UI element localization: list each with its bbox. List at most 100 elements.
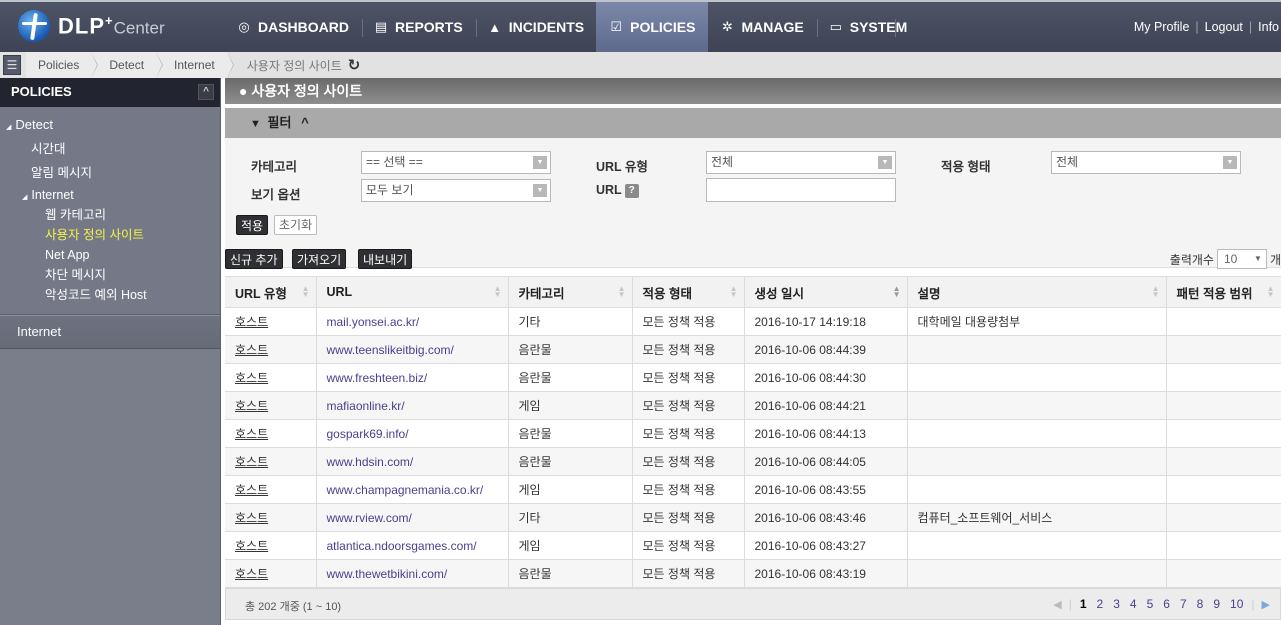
url-cell: mail.yonsei.ac.kr/ xyxy=(316,307,509,336)
sidebar-collapse-button[interactable]: ^ xyxy=(198,84,214,100)
table-row[interactable]: 호스트 mafiaonline.kr/게임 모든 정책 적용 2016-10-06 0… xyxy=(225,391,1281,420)
apply-button[interactable]: 적용 xyxy=(236,215,269,235)
export-button[interactable]: 내보내기 xyxy=(358,249,413,269)
nav-label: REPORTS xyxy=(395,19,463,35)
breadcrumb-detect[interactable]: Detect xyxy=(91,52,163,78)
logo[interactable]: DLP+Center xyxy=(18,10,165,42)
reports-icon: ▤ xyxy=(374,19,388,34)
table-row[interactable]: 호스트 gospark69.info/음란물 모든 정책 적용 2016-10-06 … xyxy=(225,419,1281,448)
refresh-icon[interactable]: ↻ xyxy=(348,56,361,74)
url-type-cell: 호스트 xyxy=(225,335,317,364)
url-type-link[interactable]: 호스트 xyxy=(235,539,268,553)
url-type-link[interactable]: 호스트 xyxy=(235,343,268,357)
url-link[interactable]: www.hdsin.com/ xyxy=(327,455,414,469)
menu-toggle-button[interactable]: ☰ xyxy=(3,55,21,75)
page-number[interactable]: 10 xyxy=(1230,597,1243,611)
url-type-link[interactable]: 호스트 xyxy=(235,567,268,581)
table-row[interactable]: 호스트 www.freshteen.biz/음란물 모든 정책 적용 2016-10-… xyxy=(225,363,1281,392)
tree-item-net-app[interactable]: Net App xyxy=(0,245,220,265)
table-row[interactable]: 호스트 atlantica.ndoorsgames.com/게임 모든 정책 적용 2… xyxy=(225,531,1281,560)
tree-item-block-message[interactable]: 차단 메시지 xyxy=(0,265,220,285)
column-header-apply-type[interactable]: 적용 형태 ▲ ▼ xyxy=(632,276,745,308)
table-row[interactable]: 호스트 www.teenslikeitbig.com/음란물 모든 정책 적용 201… xyxy=(225,335,1281,364)
url-input[interactable] xyxy=(706,178,896,202)
table-row[interactable]: 호스트 www.thewetbikini.com/음란물 모든 정책 적용 2016-… xyxy=(225,559,1281,588)
tree-item-time-zone[interactable]: 시간대 xyxy=(0,137,220,161)
reset-button[interactable]: 초기화 xyxy=(274,215,318,235)
help-icon[interactable]: ? xyxy=(624,183,639,198)
url-type-link[interactable]: 호스트 xyxy=(235,399,268,413)
sidebar-tree: ◢ Detect 시간대 알림 메시지 ◢ Internet 웹 카테고리 사용자 … xyxy=(0,107,220,315)
clipboard-icon: ☑ xyxy=(610,19,622,34)
url-link[interactable]: mafiaonline.kr/ xyxy=(327,399,405,413)
column-header-created[interactable]: 생성 일시 ▲ ▼ xyxy=(744,276,908,308)
page-number[interactable]: 9 xyxy=(1213,597,1220,611)
nav-policies[interactable]: ☑ POLICIES xyxy=(596,2,708,52)
url-type-select[interactable]: 전체 ▼ xyxy=(706,151,896,174)
filter-header[interactable]: ▼ 필터 ^ xyxy=(225,108,1281,138)
page-number[interactable]: 1 xyxy=(1080,597,1087,611)
page-number[interactable]: 2 xyxy=(1097,597,1104,611)
tree-item-alert-message[interactable]: 알림 메시지 xyxy=(0,161,220,185)
import-button[interactable]: 가져오기 xyxy=(292,249,347,269)
table-row[interactable]: 호스트 mail.yonsei.ac.kr/기타 모든 정책 적용 2016-10-1… xyxy=(225,307,1281,336)
table-row[interactable]: 호스트 www.rview.com/기타 모든 정책 적용 2016-10-06 08… xyxy=(225,503,1281,532)
url-link[interactable]: www.rview.com/ xyxy=(327,511,412,525)
nav-manage[interactable]: ✲ MANAGE xyxy=(708,2,816,52)
table-header-row: URL 유형 ▲ ▼ URL ▲ ▼ 카테고리 ▲ ▼ 적용 형태 ▲ ▼ 생성 일시 ▲ ▼ 설명… xyxy=(225,276,1281,308)
tree-item-internet[interactable]: ◢ Internet xyxy=(0,185,220,205)
breadcrumb-internet[interactable]: Internet xyxy=(156,52,234,78)
page-number[interactable]: 3 xyxy=(1113,597,1120,611)
tree-item-web-category[interactable]: 웹 카테고리 xyxy=(0,205,220,225)
url-link[interactable]: mail.yonsei.ac.kr/ xyxy=(327,315,420,329)
sidebar-section-internet[interactable]: Internet xyxy=(0,315,220,349)
apply-type-select[interactable]: 전체 ▼ xyxy=(1051,151,1241,174)
category-select[interactable]: == 선택 == ▼ xyxy=(361,151,551,174)
page-number[interactable]: 8 xyxy=(1197,597,1204,611)
url-type-link[interactable]: 호스트 xyxy=(235,315,268,329)
my-profile-link[interactable]: My Profile xyxy=(1134,20,1190,34)
url-link[interactable]: www.teenslikeitbig.com/ xyxy=(327,343,454,357)
column-header-url-type[interactable]: URL 유형 ▲ ▼ xyxy=(225,276,317,308)
nav-incidents[interactable]: ▲ INCIDENTS xyxy=(475,2,596,52)
chevron-up-icon[interactable]: ^ xyxy=(301,115,309,130)
url-type-link[interactable]: 호스트 xyxy=(235,371,268,385)
url-type-link[interactable]: 호스트 xyxy=(235,427,268,441)
url-link[interactable]: gospark69.info/ xyxy=(327,427,409,441)
url-type-link[interactable]: 호스트 xyxy=(235,455,268,469)
prev-page-icon[interactable]: ◀ xyxy=(1053,598,1061,611)
page-size-select[interactable]: 10 ▼ xyxy=(1216,249,1267,269)
page-number[interactable]: 5 xyxy=(1147,597,1154,611)
page-number[interactable]: 7 xyxy=(1180,597,1187,611)
table-row[interactable]: 호스트 www.champagnemania.co.kr/게임 모든 정책 적용 20… xyxy=(225,475,1281,504)
url-link[interactable]: atlantica.ndoorsgames.com/ xyxy=(327,539,477,553)
description-cell: 대학메일 대용량첨부 xyxy=(907,307,1167,336)
nav-reports[interactable]: ▤ REPORTS xyxy=(361,2,475,52)
tree-item-malware-exception[interactable]: 악성코드 예외 Host xyxy=(0,285,220,305)
apply-type-cell: 모든 정책 적용 xyxy=(632,419,745,448)
add-new-button[interactable]: 신규 추가 xyxy=(225,249,283,269)
nav-system[interactable]: ▭ SYSTEM xyxy=(816,2,920,52)
category-cell: 음란물 xyxy=(508,363,633,392)
view-option-select[interactable]: 모두 보기 ▼ xyxy=(361,179,551,202)
column-header-description[interactable]: 설명 ▲ ▼ xyxy=(907,276,1167,308)
page-number[interactable]: 4 xyxy=(1130,597,1137,611)
table-row[interactable]: 호스트 www.hdsin.com/음란물 모든 정책 적용 2016-10-06 0… xyxy=(225,447,1281,476)
url-link[interactable]: www.thewetbikini.com/ xyxy=(327,567,448,581)
breadcrumb-policies[interactable]: Policies xyxy=(26,52,99,78)
tree-item-custom-sites[interactable]: 사용자 정의 사이트 xyxy=(0,225,220,245)
column-header-pattern-scope[interactable]: 패턴 적용 범위 ▲ ▼ xyxy=(1166,276,1281,308)
url-type-link[interactable]: 호스트 xyxy=(235,483,268,497)
nav-dashboard[interactable]: ◎ DASHBOARD xyxy=(224,2,361,52)
info-link[interactable]: Info xyxy=(1258,20,1279,34)
url-type-link[interactable]: 호스트 xyxy=(235,511,268,525)
column-header-category[interactable]: 카테고리 ▲ ▼ xyxy=(508,276,633,308)
category-label: 카테고리 xyxy=(251,160,298,174)
tree-item-detect[interactable]: ◢ Detect xyxy=(0,113,220,137)
column-header-url[interactable]: URL ▲ ▼ xyxy=(316,276,509,308)
url-link[interactable]: www.champagnemania.co.kr/ xyxy=(327,483,484,497)
page-number[interactable]: 6 xyxy=(1163,597,1170,611)
logout-link[interactable]: Logout xyxy=(1205,20,1243,34)
url-link[interactable]: www.freshteen.biz/ xyxy=(327,371,428,385)
next-page-icon[interactable]: ▶ xyxy=(1262,598,1270,611)
